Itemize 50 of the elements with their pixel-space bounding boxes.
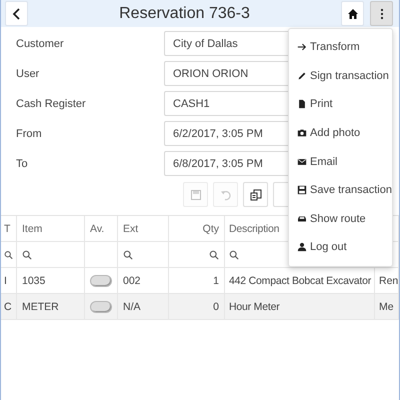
- window-title: Reservation 736-3: [118, 4, 251, 22]
- table-cell: 1: [169, 268, 225, 293]
- table-cell: 002: [118, 268, 169, 293]
- table-cell: METER: [17, 294, 85, 319]
- menu-item[interactable]: Add photo: [289, 118, 392, 148]
- table-cell: Me: [375, 294, 399, 319]
- column-header: Qty: [169, 216, 225, 241]
- search-icon[interactable]: [229, 250, 239, 260]
- column-header: Item: [17, 216, 85, 241]
- toolbar-button[interactable]: [243, 182, 268, 207]
- more-button[interactable]: [370, 1, 393, 26]
- field-label: User: [16, 68, 40, 80]
- file-icon: [297, 99, 307, 110]
- field-label: To: [16, 158, 29, 170]
- user-icon: [297, 242, 307, 252]
- field-label: Customer: [16, 38, 65, 50]
- column-header: Av.: [85, 216, 118, 241]
- car-icon: [297, 214, 307, 224]
- column-header: T: [1, 216, 17, 241]
- table-cell: 1035: [17, 268, 85, 293]
- table-cell: 442 Compact Bobcat Excavator: [225, 268, 375, 293]
- save-icon: [190, 188, 202, 200]
- field-label: From: [16, 128, 43, 140]
- save-icon: [297, 185, 307, 196]
- back-icon: [10, 8, 22, 20]
- arrow-icon: [297, 42, 307, 52]
- search-icon[interactable]: [209, 250, 219, 260]
- search-icon[interactable]: [123, 250, 133, 260]
- table-cell: Hour Meter: [225, 294, 375, 319]
- toggle-switch[interactable]: [90, 300, 112, 312]
- search-icon[interactable]: [22, 250, 32, 260]
- home-icon: [346, 8, 358, 20]
- copy-icon: [250, 188, 262, 200]
- undo-icon: [220, 188, 232, 200]
- table-cell: I: [1, 268, 17, 293]
- column-header: Ext: [118, 216, 169, 241]
- camera-icon: [297, 128, 307, 138]
- table-cell: N/A: [118, 294, 169, 319]
- table-cell: 0: [169, 294, 225, 319]
- toggle-switch[interactable]: [90, 274, 112, 286]
- field-label: Cash Register: [16, 98, 87, 110]
- menu-item[interactable]: Save transaction: [289, 176, 392, 205]
- table-cell: Ren: [375, 268, 399, 293]
- mail-icon: [297, 156, 307, 167]
- search-icon[interactable]: [4, 250, 13, 260]
- table-cell: C: [1, 294, 17, 319]
- pencil-icon: [297, 70, 307, 81]
- menu-item[interactable]: Print: [289, 90, 392, 119]
- back-button[interactable]: [5, 1, 28, 26]
- home-button[interactable]: [341, 1, 364, 26]
